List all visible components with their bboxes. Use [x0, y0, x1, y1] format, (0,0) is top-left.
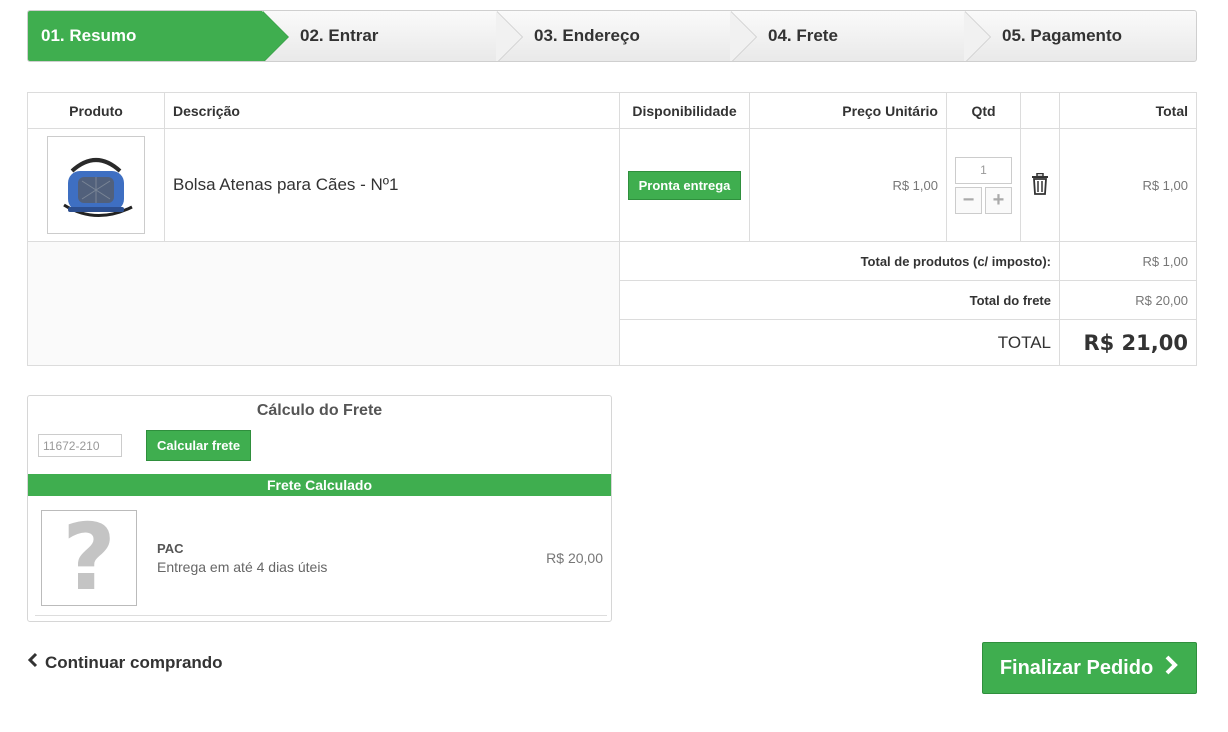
summary-row-products: Total de produtos (c/ imposto): R$ 1,00: [27, 241, 1197, 366]
table-row: Bolsa Atenas para Cães - Nº1 Pronta entr…: [27, 128, 1197, 242]
shipping-total-value: R$ 20,00: [1059, 280, 1197, 320]
step-separator-inner: [730, 11, 756, 61]
step-pagamento[interactable]: 05. Pagamento: [964, 11, 1196, 61]
header-description: Descrição: [164, 92, 620, 129]
plus-button[interactable]: +: [985, 186, 1012, 214]
cart-header-row: Produto Descrição Disponibilidade Preço …: [27, 92, 1197, 129]
step-label: 03. Endereço: [534, 26, 640, 45]
shipping-calc-title: Cálculo do Frete: [256, 402, 383, 419]
availability-badge: Pronta entrega: [627, 170, 742, 200]
checkout-steps: 01. Resumo 02. Entrar 03. Endereço 04. F…: [27, 10, 1197, 62]
step-separator-inner: [496, 11, 522, 61]
shipping-total-label: Total do frete: [619, 280, 1060, 320]
header-total: Total: [1059, 92, 1197, 129]
chevron-left-icon: [27, 652, 39, 673]
header-availability: Disponibilidade: [619, 92, 750, 129]
divider: [35, 615, 607, 616]
shipping-option-description: Entrega em até 4 dias úteis: [157, 559, 328, 575]
description-cell: Bolsa Atenas para Cães - Nº1: [164, 128, 620, 242]
question-mark-icon: ?: [62, 504, 116, 611]
qty-cell: 1 − +: [946, 128, 1021, 242]
grand-total-label: TOTAL: [619, 319, 1060, 366]
cep-input[interactable]: [38, 434, 122, 457]
summary-spacer: [27, 241, 620, 366]
chevron-right-icon: [1163, 654, 1179, 682]
header-qty: Qtd: [946, 92, 1021, 129]
products-total-value: R$ 1,00: [1059, 241, 1197, 281]
step-label: 04. Frete: [768, 26, 838, 45]
header-product: Produto: [27, 92, 165, 129]
product-name[interactable]: Bolsa Atenas para Cães - Nº1: [173, 175, 398, 194]
pet-carrier-bag-icon: [63, 158, 133, 217]
delete-cell: [1020, 128, 1060, 242]
shipping-result-bar: Frete Calculado: [28, 474, 611, 496]
header-delete: [1020, 92, 1060, 129]
finalize-order-label: Finalizar Pedido: [999, 656, 1154, 679]
step-label: 01. Resumo: [41, 26, 137, 45]
step-label: 02. Entrar: [300, 26, 379, 45]
step-frete[interactable]: 04. Frete: [730, 11, 991, 61]
cep-row: Calcular frete: [38, 430, 252, 461]
cart-table: Produto Descrição Disponibilidade Preço …: [27, 92, 1197, 366]
product-image[interactable]: [47, 136, 145, 234]
header-unit-price: Preço Unitário: [749, 92, 947, 129]
item-total: R$ 1,00: [1142, 178, 1188, 193]
trash-icon[interactable]: [1031, 172, 1049, 198]
continue-shopping-label: Continuar comprando: [45, 652, 223, 672]
unit-price-cell: R$ 1,00: [749, 128, 947, 242]
total-cell: R$ 1,00: [1059, 128, 1197, 242]
shipping-option-image: ?: [41, 510, 137, 606]
product-cell: [27, 128, 165, 242]
continue-shopping-link[interactable]: Continuar comprando: [27, 652, 223, 673]
step-separator-inner: [262, 11, 288, 61]
shipping-calculator: Cálculo do Frete Calcular frete Frete Ca…: [27, 395, 612, 622]
availability-cell: Pronta entrega: [619, 128, 750, 242]
step-label: 05. Pagamento: [1002, 26, 1122, 45]
minus-button[interactable]: −: [955, 186, 982, 214]
shipping-option-price: R$ 20,00: [546, 550, 603, 566]
step-resumo[interactable]: 01. Resumo: [28, 11, 289, 61]
unit-price: R$ 1,00: [892, 178, 938, 193]
finalize-order-button[interactable]: Finalizar Pedido: [982, 642, 1197, 694]
shipping-option-name[interactable]: PAC: [157, 541, 183, 556]
quantity-input[interactable]: 1: [955, 156, 1012, 184]
calculate-shipping-button[interactable]: Calcular frete: [146, 430, 252, 461]
step-endereco[interactable]: 03. Endereço: [496, 11, 757, 61]
products-total-label: Total de produtos (c/ imposto):: [619, 241, 1060, 281]
step-entrar[interactable]: 02. Entrar: [262, 11, 523, 61]
step-separator-inner: [964, 11, 990, 61]
quantity-stepper: − +: [947, 186, 1020, 214]
grand-total-value: R$ 21,00: [1059, 319, 1197, 366]
